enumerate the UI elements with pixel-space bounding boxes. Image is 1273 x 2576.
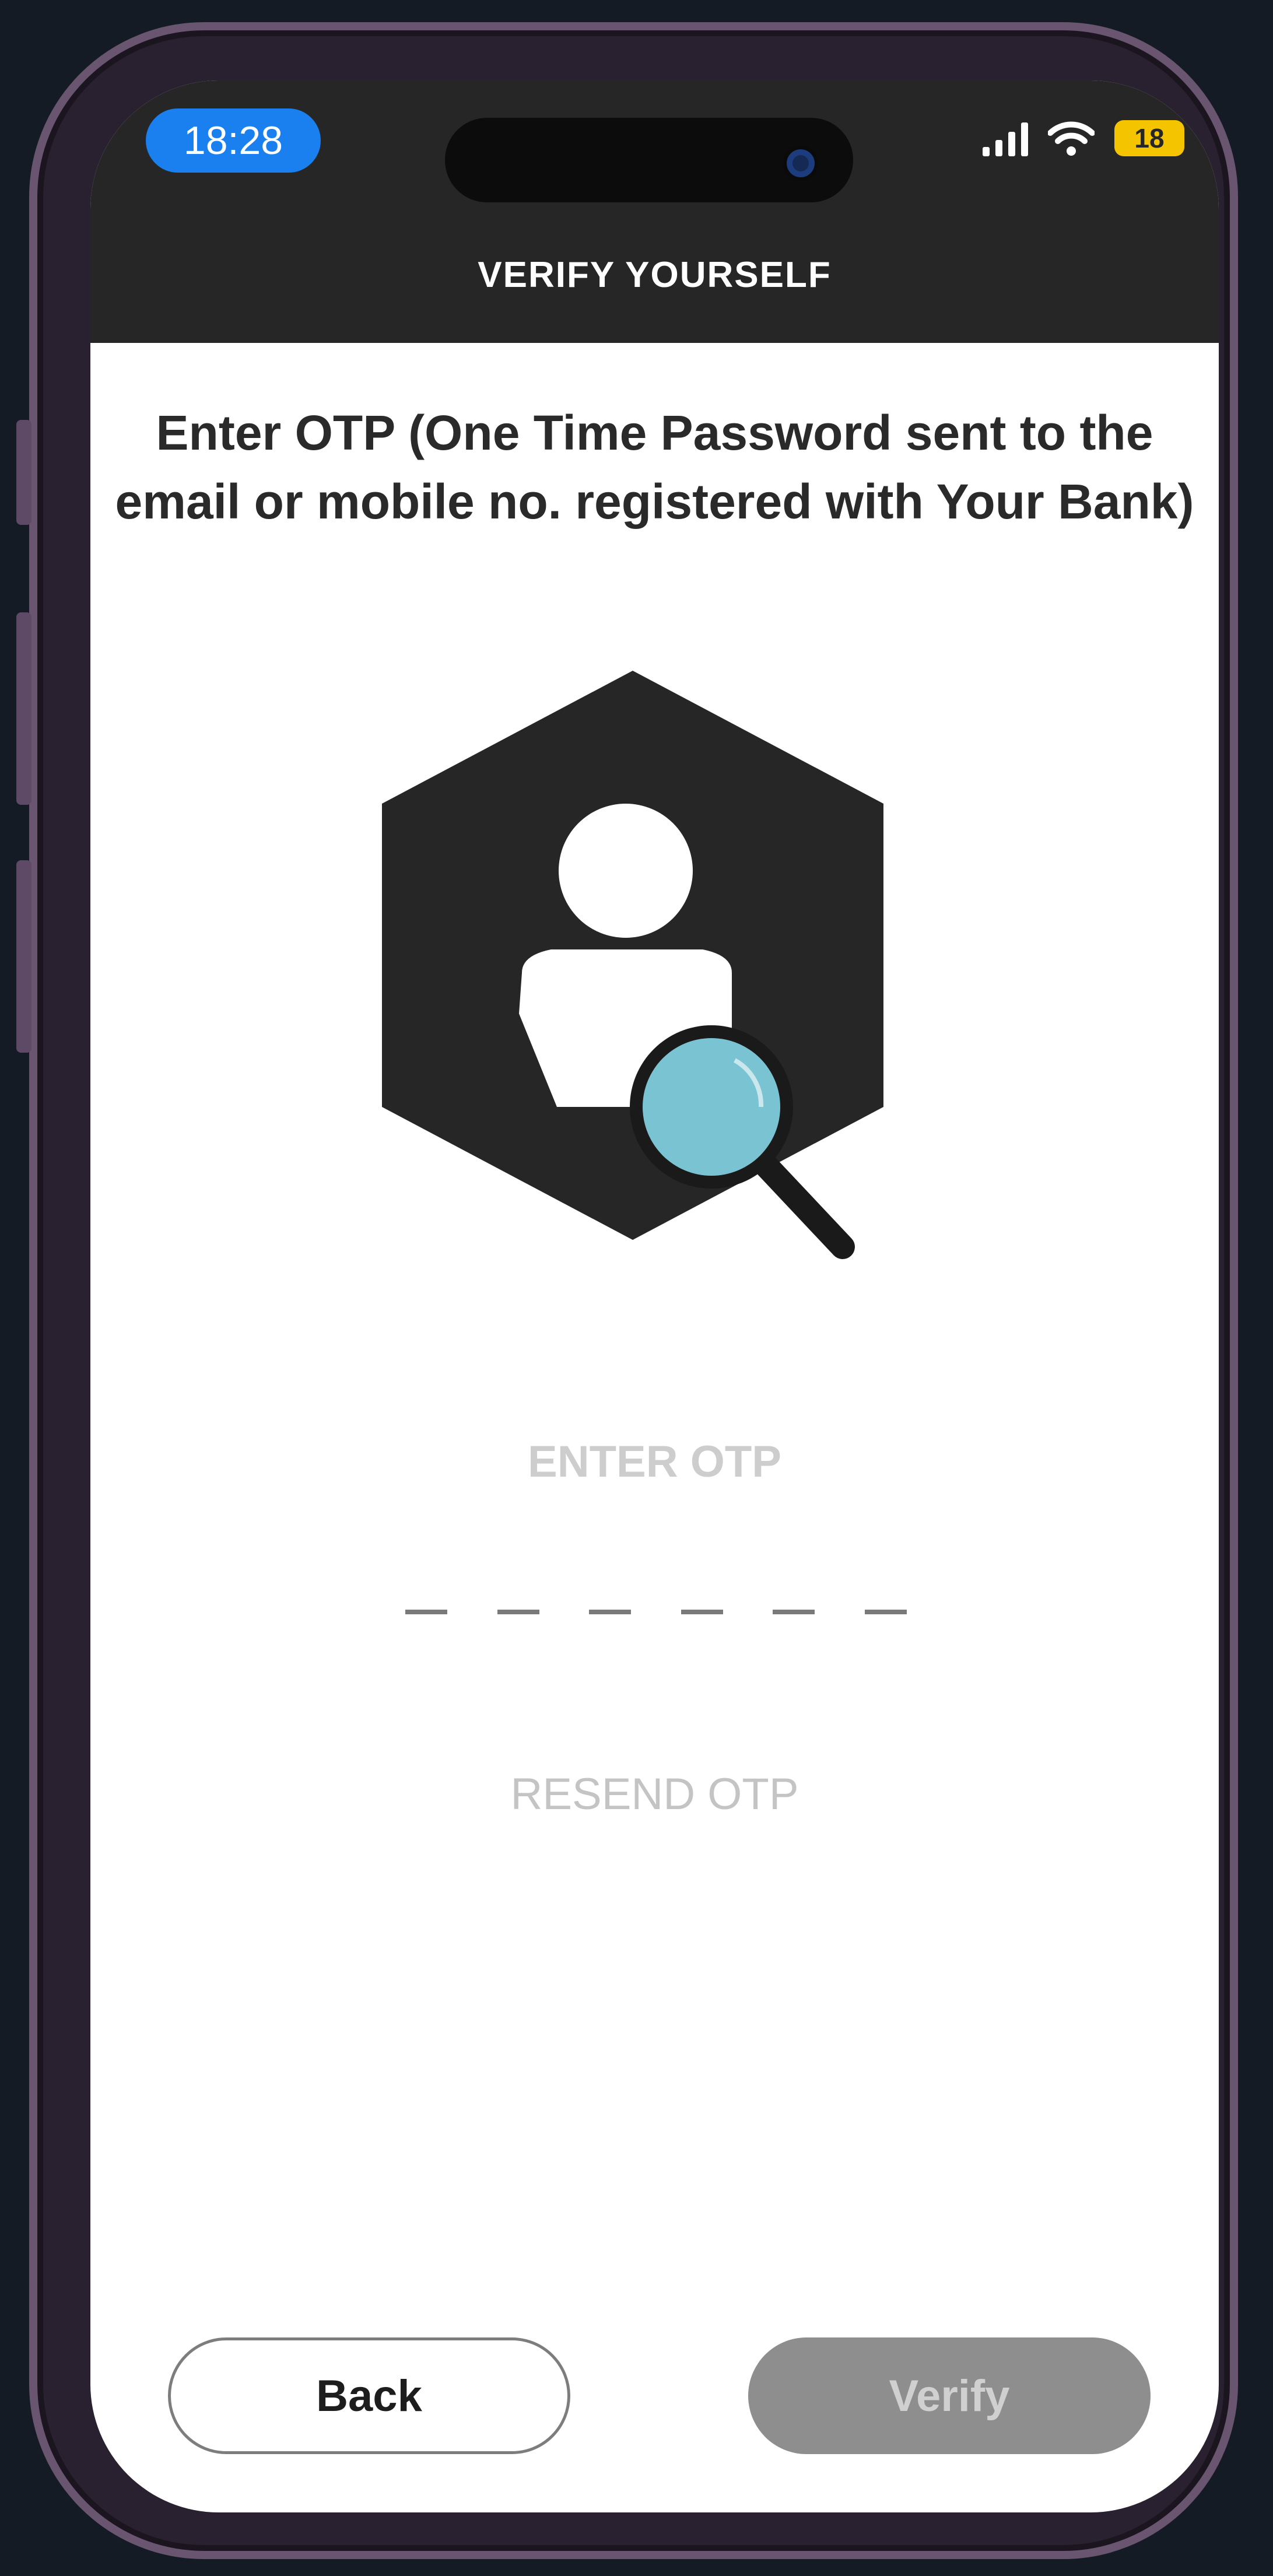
status-time: 18:28: [146, 108, 321, 173]
otp-input[interactable]: [405, 1556, 907, 1614]
battery-icon: 18: [1114, 120, 1184, 156]
resend-otp-link[interactable]: RESEND OTP: [90, 1769, 1219, 1820]
otp-digit-slot: [497, 1610, 539, 1614]
otp-instruction: Enter OTP (One Time Password sent to the…: [115, 405, 1194, 529]
otp-digit-slot: [589, 1610, 632, 1614]
page-title: VERIFY YOURSELF: [478, 255, 832, 295]
back-button[interactable]: Back: [168, 2337, 570, 2454]
volume-up-button: [16, 612, 31, 805]
otp-digit-slot: [681, 1610, 723, 1614]
otp-digit-slot: [864, 1610, 907, 1614]
wifi-icon: [1048, 121, 1095, 156]
otp-digit-slot: [773, 1610, 815, 1614]
volume-down-button: [16, 860, 31, 1053]
phone-screen: 18:28 18 VERIFY YOURSELF Enter OTP (One …: [90, 80, 1219, 2512]
enter-otp-label: ENTER OTP: [528, 1437, 781, 1487]
app-header: 18:28 18 VERIFY YOURSELF: [90, 80, 1219, 343]
otp-digit-slot: [405, 1610, 447, 1614]
status-icons: 18: [983, 120, 1184, 156]
signal-icon: [983, 121, 1028, 156]
battery-level: 18: [1134, 123, 1165, 153]
camera-icon: [783, 146, 818, 181]
verify-button[interactable]: Verify: [748, 2337, 1151, 2454]
dynamic-island: [445, 118, 853, 202]
action-button: [16, 420, 31, 525]
user-search-icon: [382, 671, 883, 1259]
